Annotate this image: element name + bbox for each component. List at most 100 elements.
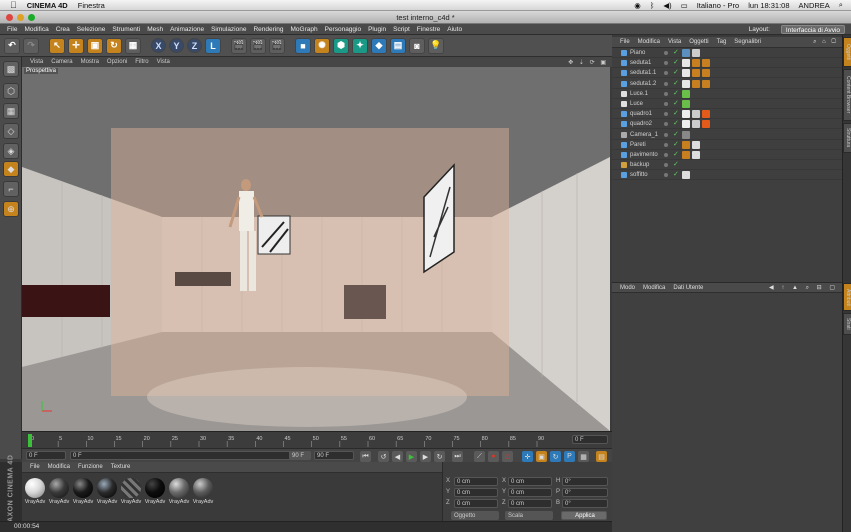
make-editable-icon[interactable]: ▩ [3, 61, 19, 77]
object-tag-icon[interactable] [702, 120, 710, 129]
visibility-dot-icon[interactable] [664, 173, 668, 178]
object-name[interactable]: backup [630, 160, 649, 170]
prev-frame-icon[interactable]: ◀ [392, 451, 403, 462]
light-icon[interactable]: 💡 [428, 37, 444, 54]
menu-mesh[interactable]: Mesh [147, 26, 163, 33]
enabled-check-icon[interactable]: ✓ [673, 130, 679, 140]
menu-mograph[interactable]: MoGraph [290, 26, 317, 33]
start-frame-field[interactable]: 0 F [26, 451, 66, 460]
visibility-dot-icon[interactable] [664, 142, 668, 147]
menu-crea[interactable]: Crea [56, 26, 70, 33]
menu-file[interactable]: File [7, 26, 17, 33]
menubar-clock[interactable]: lun 18:31:08 [748, 1, 789, 10]
visibility-dot-icon[interactable] [664, 132, 668, 137]
key-rotation-icon[interactable]: ↻ [550, 451, 561, 462]
material-swatch[interactable]: VrayAdv [24, 477, 46, 509]
object-row[interactable]: seduta1.2 ✓ [612, 79, 842, 89]
coordinate-system-button[interactable]: L [205, 37, 221, 54]
object-row[interactable]: pavimento ✓ [612, 150, 842, 160]
edges-mode-icon[interactable]: ◈ [3, 143, 19, 159]
object-tag-icon[interactable] [702, 69, 710, 78]
material-swatch[interactable]: VrayAdv [48, 477, 70, 509]
autokey-icon[interactable]: ⊙ [502, 451, 513, 462]
tab-struttura[interactable]: Struttura [843, 123, 851, 153]
close-icon[interactable] [6, 14, 13, 21]
menu-aiuto[interactable]: Aiuto [447, 26, 462, 33]
attr-menu-dati-utente[interactable]: Dati Utente [673, 285, 703, 291]
enabled-check-icon[interactable]: ✓ [673, 89, 679, 99]
redo-icon[interactable]: ↷ [23, 37, 39, 54]
object-tag-icon[interactable] [702, 59, 710, 68]
object-menu-tag[interactable]: Tag [717, 39, 727, 45]
menu-animazione[interactable]: Animazione [170, 26, 204, 33]
snap-icon[interactable]: ⊕ [3, 201, 19, 217]
visibility-dot-icon[interactable] [664, 153, 668, 157]
nurbs-icon[interactable]: ⬢ [333, 37, 349, 54]
object-name[interactable]: Camera_1 [630, 130, 658, 140]
timeline-ruler[interactable]: 0 5 10 15 20 25 30 35 40 45 50 55 60 65 70 75 80 85 90 0 F [22, 431, 612, 449]
object-row[interactable]: Camera_1 ✓ [612, 130, 842, 140]
app-menu-name[interactable]: CINEMA 4D [27, 1, 68, 10]
enabled-check-icon[interactable]: ✓ [673, 160, 679, 170]
polygons-mode-icon[interactable]: ◆ [3, 161, 19, 177]
material-menu-file[interactable]: File [30, 464, 40, 470]
object-tag-icon[interactable] [692, 140, 700, 149]
camera-icon[interactable]: ◙ [409, 37, 425, 54]
object-name[interactable]: Luce [630, 99, 643, 109]
enabled-check-icon[interactable]: ✓ [673, 68, 679, 78]
visibility-dot-icon[interactable] [664, 61, 668, 66]
visibility-dot-icon[interactable] [664, 163, 668, 168]
generator-icon[interactable]: ✺ [314, 37, 330, 54]
deformer-icon[interactable]: ◆ [371, 37, 387, 54]
object-tag-icon[interactable] [692, 151, 700, 159]
viewport-menu-vista-2[interactable]: Vista [157, 59, 170, 65]
tab-oggetti[interactable]: Oggetti [843, 37, 851, 67]
material-swatch[interactable]: VrayAdv [192, 477, 214, 509]
object-row[interactable]: seduta1.1 ✓ [612, 68, 842, 79]
menu-finestre[interactable]: Finestre [417, 26, 440, 33]
end-frame-field[interactable]: 90 F [314, 451, 354, 460]
visibility-dot-icon[interactable] [664, 91, 668, 96]
object-name[interactable]: soffitto [630, 170, 648, 180]
object-tag-icon[interactable] [682, 171, 690, 180]
tab-content-browser[interactable]: Content Browser [843, 69, 851, 121]
enabled-check-icon[interactable]: ✓ [673, 99, 679, 109]
enabled-check-icon[interactable]: ✓ [673, 58, 679, 68]
object-tag-icon[interactable] [682, 151, 690, 159]
points-mode-icon[interactable]: ◇ [3, 123, 19, 139]
object-tag-icon[interactable] [692, 120, 700, 129]
object-name[interactable]: pavimento [630, 150, 658, 160]
object-tag-icon[interactable] [682, 89, 690, 98]
object-name[interactable]: quadro2 [630, 119, 652, 129]
rotation-p-field[interactable]: 0° [562, 488, 608, 497]
enabled-check-icon[interactable]: ✓ [673, 119, 679, 129]
material-swatch[interactable]: VrayAdv [120, 477, 142, 509]
key-position-icon[interactable]: ✛ [522, 451, 533, 462]
object-tag-icon[interactable] [682, 100, 690, 108]
object-manager-search-icon[interactable]: ⌕ ⌂ ▢ [813, 39, 842, 46]
object-row[interactable]: backup ✓ [612, 160, 842, 171]
object-menu-oggetti[interactable]: Oggetti [689, 39, 708, 45]
size-z-field[interactable]: 0 cm [508, 499, 552, 508]
object-name[interactable]: seduta1.1 [630, 68, 656, 78]
object-row[interactable]: quadro2 ✓ [612, 119, 842, 130]
viewport-menu-camera[interactable]: Camera [51, 59, 72, 65]
material-swatch[interactable]: VrayAdv [168, 477, 190, 509]
object-menu-segnalibri[interactable]: Segnalibri [734, 39, 761, 45]
object-tag-icon[interactable] [682, 79, 690, 88]
object-tag-icon[interactable] [682, 140, 690, 149]
menubar-user[interactable]: ANDREA [799, 1, 830, 10]
position-y-field[interactable]: 0 cm [454, 488, 498, 497]
object-name[interactable]: Luce.1 [630, 89, 648, 99]
current-frame-field[interactable]: 0 F [572, 435, 608, 444]
object-tag-icon[interactable] [682, 110, 690, 119]
coord-size-mode-select[interactable]: Scala [505, 511, 553, 520]
viewport-nav-icons[interactable]: ✥ ⇣ ⟳ ▣ [568, 59, 612, 66]
viewport-menu-vista[interactable]: Vista [30, 59, 43, 65]
layout-select[interactable]: Interfaccia di Avvio [780, 25, 845, 34]
input-source[interactable]: Italiano - Pro [697, 1, 740, 10]
material-menu-funzione[interactable]: Funzione [78, 464, 103, 470]
enabled-check-icon[interactable]: ✓ [673, 48, 679, 58]
visibility-dot-icon[interactable] [664, 122, 668, 127]
apple-icon[interactable]:  [10, 0, 17, 10]
